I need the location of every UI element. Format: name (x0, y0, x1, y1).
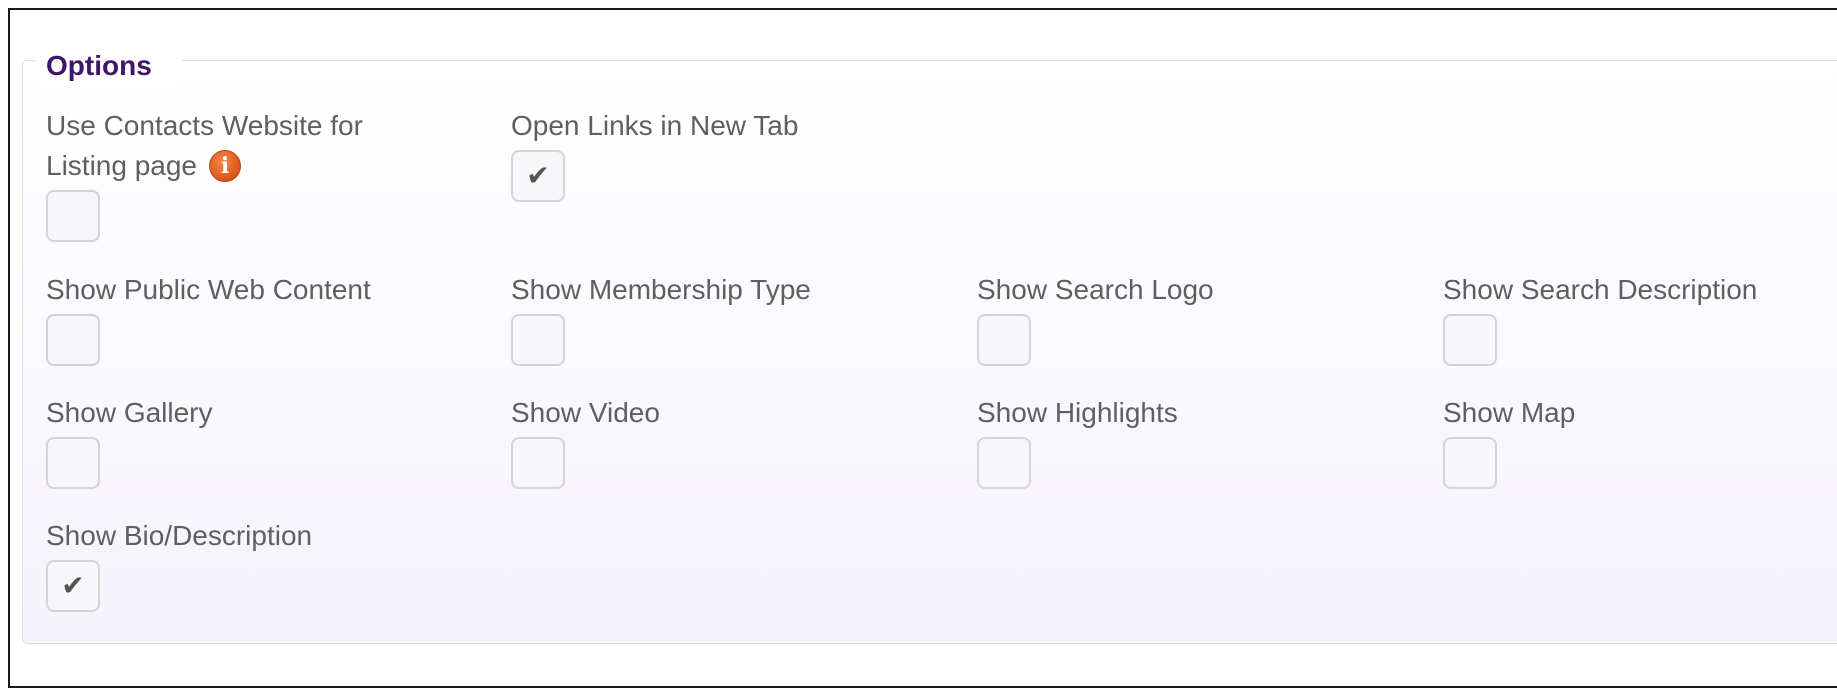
checkbox-show-membership-type[interactable] (511, 314, 565, 366)
option-label-show-membership-type: Show Membership Type (511, 274, 811, 305)
option-show-bio-description: Show Bio/Description ✔ (46, 516, 466, 612)
checkbox-show-search-description[interactable] (1443, 314, 1497, 366)
checkbox-show-search-logo[interactable] (977, 314, 1031, 366)
option-label-show-public-web-content: Show Public Web Content (46, 274, 371, 305)
option-label-use-contacts-website: Use Contacts Website for Listing page (46, 110, 363, 181)
option-show-membership-type: Show Membership Type (511, 270, 931, 366)
checkbox-show-bio-description[interactable]: ✔ (46, 560, 100, 612)
checkbox-use-contacts-website[interactable] (46, 190, 100, 242)
option-show-gallery: Show Gallery (46, 393, 466, 489)
option-open-links-new-tab: Open Links in New Tab ✔ (511, 106, 931, 202)
option-use-contacts-website: Use Contacts Website for Listing page i (46, 106, 466, 242)
option-label-show-gallery: Show Gallery (46, 397, 213, 428)
checkbox-show-gallery[interactable] (46, 437, 100, 489)
option-show-search-logo: Show Search Logo (977, 270, 1397, 366)
option-label-show-search-description: Show Search Description (1443, 274, 1758, 305)
option-label-show-highlights: Show Highlights (977, 397, 1178, 428)
option-label-show-bio-description: Show Bio/Description (46, 520, 313, 551)
options-legend: Options (36, 46, 182, 86)
option-label-open-links-new-tab: Open Links in New Tab (511, 110, 799, 141)
checkbox-show-video[interactable] (511, 437, 565, 489)
checkbox-show-map[interactable] (1443, 437, 1497, 489)
option-label-show-map: Show Map (1443, 397, 1576, 428)
option-show-map: Show Map (1443, 393, 1837, 489)
checkbox-open-links-new-tab[interactable]: ✔ (511, 150, 565, 202)
option-label-show-video: Show Video (511, 397, 660, 428)
option-show-highlights: Show Highlights (977, 393, 1397, 489)
option-label-show-search-logo: Show Search Logo (977, 274, 1214, 305)
option-show-public-web-content: Show Public Web Content (46, 270, 466, 366)
checkbox-show-highlights[interactable] (977, 437, 1031, 489)
info-icon[interactable]: i (209, 149, 242, 182)
option-show-video: Show Video (511, 393, 931, 489)
option-show-search-description: Show Search Description (1443, 270, 1837, 366)
checkbox-show-public-web-content[interactable] (46, 314, 100, 366)
